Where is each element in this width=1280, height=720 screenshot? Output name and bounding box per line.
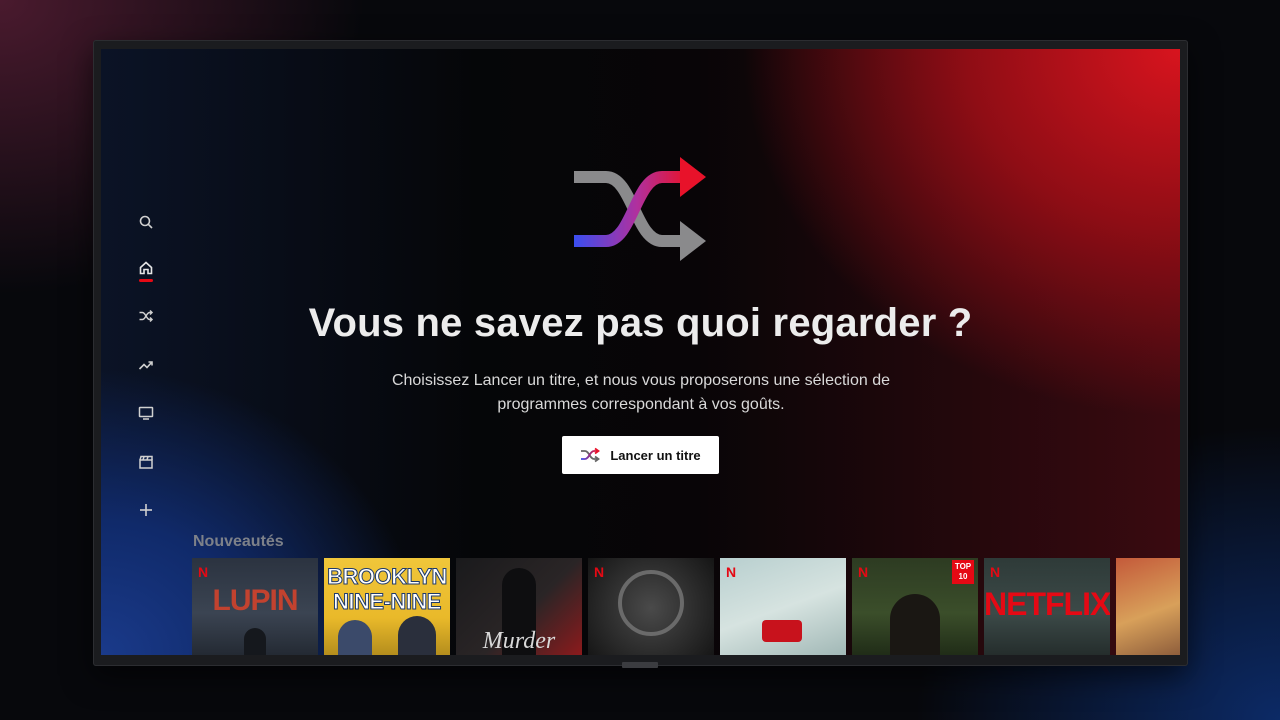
active-indicator (139, 279, 153, 282)
clapperboard-icon (139, 455, 153, 469)
home-icon (139, 261, 153, 275)
title-tile-netflix[interactable]: N NETFLIX (984, 558, 1110, 655)
netflix-n-badge: N (198, 564, 209, 580)
sidebar-item-home[interactable] (131, 253, 161, 283)
trending-icon (138, 361, 153, 370)
shuffle-icon (574, 157, 706, 261)
plus-icon (140, 504, 152, 516)
play-something-button[interactable]: Lancer un titre (562, 436, 719, 474)
tile-title: NETFLIX (984, 586, 1110, 622)
tile-artwork-emblem (618, 570, 684, 636)
title-tile-top10[interactable]: N TOP 10 (852, 558, 978, 655)
search-icon (139, 215, 153, 229)
title-tile-murder[interactable]: Murder (456, 558, 582, 655)
title-tile-brooklyn-nine-nine[interactable]: BROOKLYN NINE-NINE (324, 558, 450, 655)
hero-description: Choisissez Lancer un titre, et nous vous… (341, 369, 941, 417)
tile-artwork-figure (398, 616, 436, 655)
content-row: N LUPIN BROOKLYN NINE-NINE Murder N N N … (192, 558, 1180, 655)
hero-description-line-1: Choisissez Lancer un titre, et nous vous… (391, 372, 891, 389)
tile-artwork-car (762, 620, 802, 642)
page-title: Vous ne savez pas quoi regarder ? (308, 301, 973, 345)
netflix-n-badge: N (726, 564, 737, 580)
title-tile-cobra-kai[interactable]: N (588, 558, 714, 655)
tv-icon (138, 406, 154, 420)
title-tile-formula-1[interactable]: N (720, 558, 846, 655)
netflix-n-badge: N (594, 564, 605, 580)
shuffle-icon (581, 447, 601, 463)
tile-title-line-2: NINE-NINE (333, 589, 442, 615)
tv-stand (622, 662, 658, 668)
tile-artwork-figure (338, 620, 372, 655)
sidebar-item-search[interactable] (131, 207, 161, 237)
title-tile-partial[interactable] (1116, 558, 1180, 655)
title-tile-lupin[interactable]: N LUPIN (192, 558, 318, 655)
netflix-n-badge: N (990, 564, 1001, 580)
tile-title: LUPIN (212, 584, 299, 617)
tile-title: Murder (482, 628, 556, 654)
tile-title-line-1: BROOKLYN (327, 564, 448, 590)
play-something-label: Lancer un titre (610, 447, 701, 463)
sidebar-item-trending[interactable] (131, 350, 161, 380)
tile-artwork-figure (244, 628, 266, 655)
netflix-n-badge: N (858, 564, 869, 580)
sidebar-item-tv-shows[interactable] (131, 398, 161, 428)
netflix-screen: Vous ne savez pas quoi regarder ? Choisi… (101, 49, 1180, 655)
top10-badge: TOP 10 (952, 560, 974, 584)
hero-description-line-2: programmes correspondant à vos goûts. (497, 396, 785, 413)
sidebar-item-movies[interactable] (131, 447, 161, 477)
sidebar-item-my-list[interactable] (131, 495, 161, 525)
row-title: Nouveautés (193, 533, 284, 550)
tile-artwork-figure (890, 594, 940, 655)
